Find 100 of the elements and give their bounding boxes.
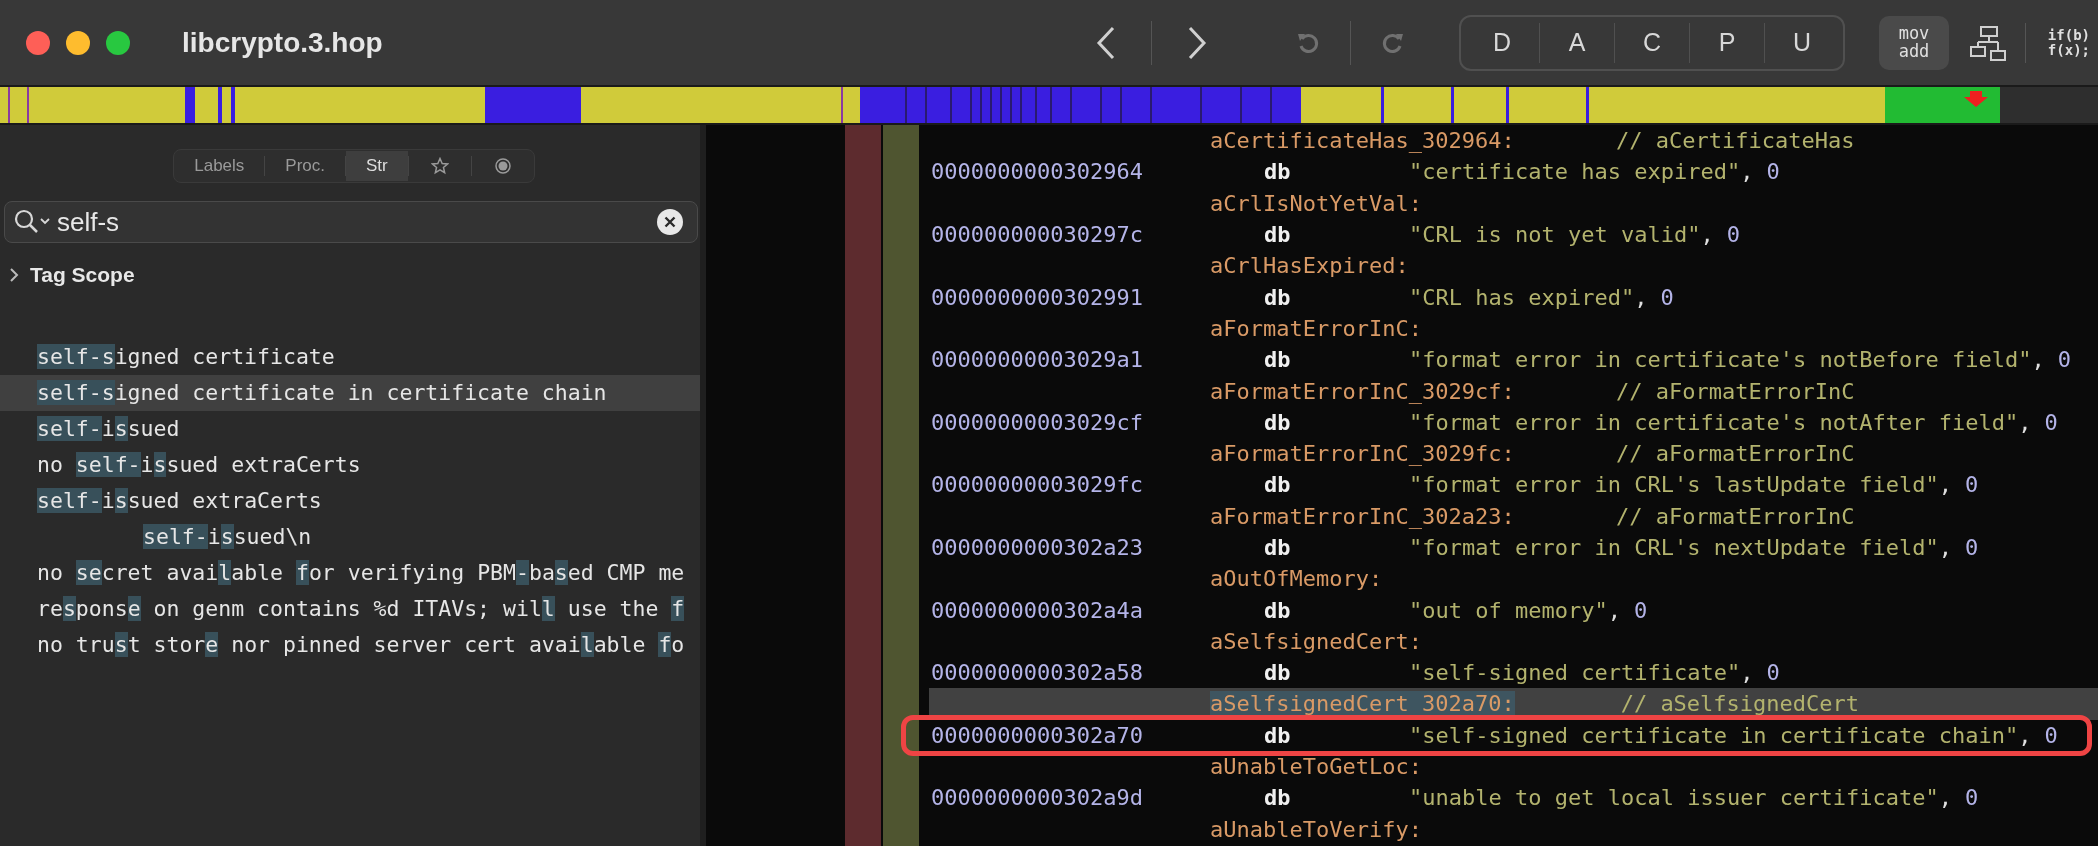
mnemonic: db xyxy=(1264,660,1292,686)
mode-button[interactable]: A xyxy=(1540,18,1614,67)
navigation-bar-drawing[interactable] xyxy=(0,85,2098,125)
string-list-item[interactable]: no self-issued extraCerts xyxy=(0,447,700,483)
code-comment: // aCertificateHas xyxy=(1616,128,1855,154)
number-literal: 0 xyxy=(1965,472,1979,498)
address: 000000000030297c xyxy=(930,222,1144,248)
forward-icon[interactable] xyxy=(1186,24,1208,61)
back-icon[interactable] xyxy=(1095,24,1117,61)
string-list-item[interactable]: no trust store nor pinned server cert available fo xyxy=(0,627,700,663)
string-list-item[interactable]: no secret available for verifying PBM-based CMP me xyxy=(0,555,700,591)
operand-separator: , xyxy=(2018,722,2032,748)
label-name[interactable]: aFormatErrorInC_3029cf: xyxy=(1210,378,1616,404)
code-comment: // aSelfsignedCert xyxy=(1620,691,1860,717)
clear-icon[interactable] xyxy=(657,209,683,235)
string-literal: "CRL has expired" xyxy=(1409,284,1635,310)
operand-separator: , xyxy=(1740,660,1754,686)
string-list-item[interactable]: self-issued xyxy=(0,411,700,447)
search-text: self-s xyxy=(57,206,121,238)
string-literal: "out of memory" xyxy=(1409,597,1608,623)
number-literal: 0 xyxy=(1633,597,1648,623)
number-literal: 0 xyxy=(1726,222,1740,248)
label-name[interactable]: aUnableToVerify: xyxy=(1210,816,1616,842)
code-comment: // aFormatErrorInC xyxy=(1616,441,1855,467)
window-title: libcrypto.3.hop xyxy=(182,26,383,59)
number-literal: 0 xyxy=(2057,347,2072,373)
label-name[interactable]: aFormatErrorInC_302a23: xyxy=(1210,503,1616,529)
string-list-item[interactable]: self-issued\n xyxy=(0,519,700,555)
string-list-item[interactable]: self-signed certificate xyxy=(0,339,700,375)
address: 0000000000302a23 xyxy=(930,535,1144,560)
address: 0000000000302991 xyxy=(930,284,1144,310)
tag-scope-label: Tag Scope xyxy=(30,263,135,287)
mode-button[interactable]: D xyxy=(1465,18,1539,67)
pseudocode-button[interactable]: if(b) f(x); xyxy=(2038,15,2098,70)
number-literal: 0 xyxy=(1766,159,1780,185)
search-field[interactable]: self-s xyxy=(4,201,698,243)
address: 00000000003029a1 xyxy=(930,347,1144,373)
address: 0000000000302a4a xyxy=(930,597,1144,623)
label-name[interactable]: aOutOfMemory: xyxy=(1210,566,1616,592)
close-button[interactable] xyxy=(26,30,50,55)
operand-separator: , xyxy=(1634,284,1648,310)
operand-separator: , xyxy=(1938,472,1953,498)
string-literal: "CRL is not yet valid" xyxy=(1409,222,1701,248)
flowchart-icon[interactable] xyxy=(1969,24,2009,61)
mnemonic: db xyxy=(1264,347,1292,373)
mode-button[interactable]: P xyxy=(1690,18,1764,67)
sidebar-tab[interactable]: Labels xyxy=(174,151,265,181)
operand-separator: , xyxy=(1740,159,1754,185)
label-name[interactable]: aCrlIsNotYetVal: xyxy=(1210,190,1616,216)
string-list-item[interactable]: self-issued extraCerts xyxy=(0,483,700,519)
sidebar-tab[interactable]: Str xyxy=(346,151,408,181)
dot-icon xyxy=(493,157,512,175)
mode-button[interactable]: U xyxy=(1765,18,1839,67)
string-literal: "self-signed certificate" xyxy=(1409,660,1741,686)
operand-separator: , xyxy=(1700,222,1714,248)
mnemonic: db xyxy=(1264,222,1292,248)
number-literal: 0 xyxy=(1965,535,1979,560)
operand-separator: , xyxy=(2018,409,2032,435)
zoom-button[interactable] xyxy=(106,30,130,55)
number-literal: 0 xyxy=(1660,284,1674,310)
code-comment: // aFormatErrorInC xyxy=(1616,378,1855,404)
label-name[interactable]: aUnableToGetLoc: xyxy=(1210,754,1616,780)
label-name[interactable]: aSelfsignedCert: xyxy=(1210,628,1616,654)
mnemonic: db xyxy=(1264,722,1292,748)
assembly-mode-button[interactable]: mov add xyxy=(1879,15,1949,70)
mode-button[interactable]: C xyxy=(1615,18,1689,67)
string-literal: "format error in CRL's lastUpdate field" xyxy=(1409,472,1939,498)
label-name[interactable]: aCrlHasExpired: xyxy=(1210,253,1616,279)
string-literal: "unable to get local issuer certificate" xyxy=(1409,785,1939,811)
operand-separator: , xyxy=(1938,535,1953,560)
mnemonic: db xyxy=(1264,535,1292,560)
number-literal: 0 xyxy=(1965,785,1979,811)
address: 00000000003029cf xyxy=(930,409,1144,435)
number-literal: 0 xyxy=(2044,722,2058,748)
string-literal: "self-signed certificate in certificate chain" xyxy=(1409,722,2019,748)
number-literal: 0 xyxy=(1766,660,1780,686)
mnemonic: db xyxy=(1264,284,1292,310)
label-name[interactable]: aCertificateHas_302964: xyxy=(1210,128,1616,154)
string-literal: "format error in certificate's notAfter field" xyxy=(1409,409,2019,435)
star-icon xyxy=(430,157,449,175)
number-literal: 0 xyxy=(2044,409,2058,435)
mnemonic: db xyxy=(1264,159,1292,185)
operand-separator: , xyxy=(2031,347,2045,373)
mnemonic: db xyxy=(1264,409,1292,435)
address: 0000000000302a9d xyxy=(930,785,1144,811)
string-list-item[interactable]: self-signed certificate in certificate chain xyxy=(0,375,700,411)
mnemonic: db xyxy=(1264,472,1292,498)
string-literal: "certificate has expired" xyxy=(1409,159,1741,185)
string-literal: "format error in CRL's nextUpdate field" xyxy=(1409,535,1939,560)
code-comment: // aFormatErrorInC xyxy=(1616,503,1855,529)
string-list-item[interactable]: response on genm contains %d ITAVs; will use the f xyxy=(0,591,700,627)
label-name[interactable]: aFormatErrorInC_3029fc: xyxy=(1210,441,1616,467)
address: 0000000000302a58 xyxy=(930,660,1144,686)
disclosure-icon[interactable] xyxy=(8,266,20,284)
address: 0000000000302a70 xyxy=(930,722,1144,748)
operand-separator: , xyxy=(1938,785,1953,811)
sidebar-tab[interactable]: Proc. xyxy=(265,151,346,181)
string-literal: "format error in certificate's notBefore field" xyxy=(1409,347,2032,373)
minimize-button[interactable] xyxy=(66,30,90,55)
label-name[interactable]: aFormatErrorInC: xyxy=(1210,315,1616,341)
